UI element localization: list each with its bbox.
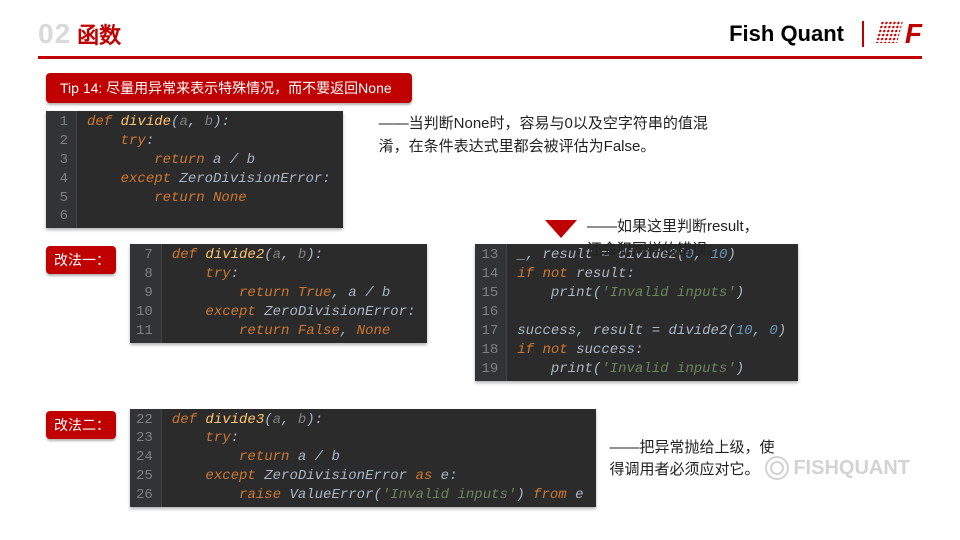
chapter-title: 函数 bbox=[77, 18, 121, 50]
brand-logo: F bbox=[882, 19, 922, 49]
tip-title: Tip 14: 尽量用异常来表示特殊情况，而不要返回None bbox=[46, 73, 412, 103]
line-number: 1 bbox=[52, 113, 68, 132]
code-block-divide: 1 2 3 4 5 6 def divide(a, b): try: retur… bbox=[46, 111, 343, 228]
note-none-confusion: ——当判断None时，容易与0以及空字符串的值混 淆，在条件表达式里都会被评估为… bbox=[379, 113, 708, 158]
logo-letter-icon: F bbox=[905, 18, 922, 50]
header-divider bbox=[862, 21, 864, 47]
line-number: 3 bbox=[52, 151, 68, 170]
line-number: 5 bbox=[52, 189, 68, 208]
code-block-divide3: 2223242526 def divide3(a, b): try: retur… bbox=[130, 409, 596, 507]
note-result-mistake: ——如果这里判断result， 还会犯同样的错误。 bbox=[587, 216, 759, 261]
code-block-divide2: 7891011 def divide2(a, b): try: return T… bbox=[130, 244, 427, 342]
code-block-usage: 13141516171819 _, result = divide2(0, 10… bbox=[475, 244, 798, 380]
note-raise-to-caller: ——把异常抛给上级，使 得调用者必须应对它。 bbox=[610, 437, 775, 482]
line-number: 2 bbox=[52, 132, 68, 151]
brand-name: Fish Quant bbox=[729, 21, 844, 47]
line-number: 4 bbox=[52, 170, 68, 189]
label-method2: 改法二： bbox=[46, 411, 116, 439]
page-header: 02 函数 Fish Quant F bbox=[38, 18, 922, 59]
arrow-down-icon bbox=[545, 220, 577, 238]
chapter-number: 02 bbox=[38, 18, 71, 50]
line-number: 6 bbox=[52, 207, 68, 226]
label-method1: 改法一： bbox=[46, 246, 116, 274]
